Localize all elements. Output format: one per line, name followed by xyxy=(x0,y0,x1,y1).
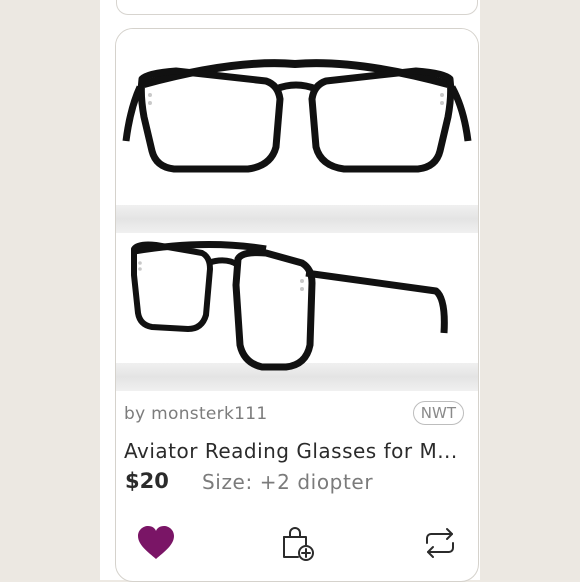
glasses-front-image xyxy=(116,29,478,205)
listing-card[interactable]: by monsterk111 NWT Aviator Reading Glass… xyxy=(115,28,479,582)
like-button[interactable] xyxy=(132,519,180,567)
add-to-bundle-button[interactable] xyxy=(274,519,322,567)
condition-badge: NWT xyxy=(413,401,464,425)
repost-arrows-icon xyxy=(420,523,460,563)
previous-card-edge xyxy=(116,0,478,15)
background-left xyxy=(0,0,100,580)
seller-name[interactable]: by monsterk111 xyxy=(124,404,267,424)
share-button[interactable] xyxy=(416,519,464,567)
listing-photo[interactable] xyxy=(116,29,478,393)
glasses-angled-image xyxy=(116,229,478,379)
shopping-bag-plus-icon xyxy=(278,523,318,563)
heart-icon xyxy=(136,525,176,561)
listing-title[interactable]: Aviator Reading Glasses for M... xyxy=(124,439,469,463)
listing-size: Size: +2 diopter xyxy=(202,470,373,494)
card-actions xyxy=(116,519,478,569)
background-right xyxy=(480,0,580,580)
listing-price: $20 xyxy=(125,469,169,493)
